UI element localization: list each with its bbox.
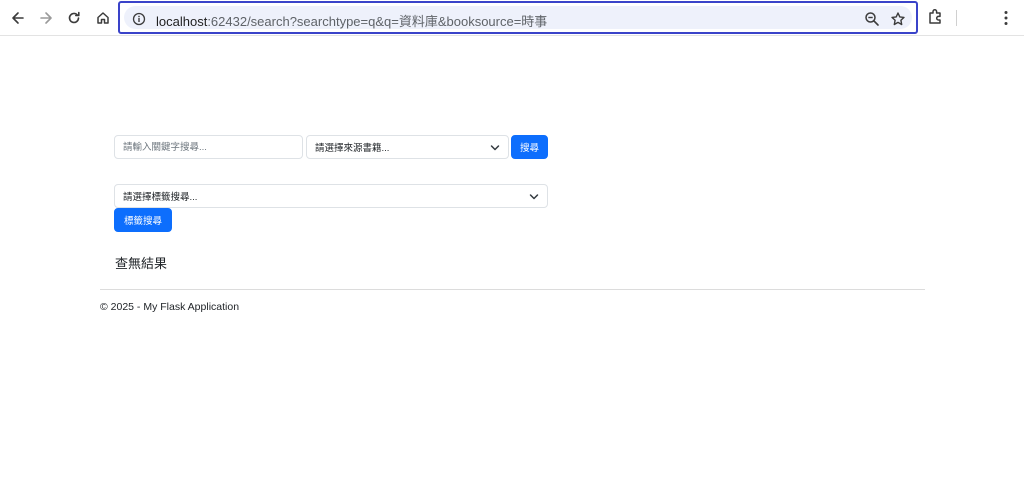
footer-text: © 2025 - My Flask Application [100, 301, 240, 313]
home-button[interactable] [91, 6, 115, 30]
puzzle-icon[interactable] [926, 7, 946, 27]
footer-divider [100, 289, 925, 290]
keyword-input[interactable] [114, 135, 303, 159]
tag-select[interactable]: 請選擇標籤搜尋... [114, 184, 548, 208]
arrow-right-icon [40, 12, 52, 24]
tag-search-button[interactable]: 標籤搜尋 [114, 208, 172, 232]
book-source-select-value: 請選擇來源書籍... [315, 143, 390, 154]
reload-button[interactable] [62, 6, 86, 30]
home-icon [97, 12, 109, 24]
search-button[interactable]: 搜尋 [511, 135, 548, 159]
kebab-menu-icon[interactable] [996, 8, 1016, 28]
chevron-down-icon [490, 145, 500, 151]
forward-button[interactable] [34, 6, 58, 30]
url-text[interactable]: localhost:62432/search?searchtype=q&q=資料… [156, 11, 547, 30]
zoom-out-icon[interactable] [864, 11, 880, 27]
reload-icon [68, 11, 80, 24]
browser-toolbar: localhost:62432/search?searchtype=q&q=資料… [0, 0, 1024, 36]
url-host: localhost [156, 14, 208, 29]
star-icon[interactable] [890, 11, 906, 27]
book-source-select[interactable]: 請選擇來源書籍... [306, 135, 509, 159]
toolbar-divider [956, 10, 957, 26]
url-path: :62432/search?searchtype=q&q=資料庫&booksou… [207, 14, 548, 29]
chevron-down-icon [529, 194, 539, 200]
info-icon[interactable] [132, 12, 146, 26]
tag-select-value: 請選擇標籤搜尋... [123, 192, 198, 203]
back-button[interactable] [6, 6, 30, 30]
no-results-message: 查無結果 [115, 256, 168, 271]
arrow-left-icon [12, 12, 24, 24]
address-bar-field[interactable]: localhost:62432/search?searchtype=q&q=資料… [124, 6, 912, 29]
address-bar[interactable]: localhost:62432/search?searchtype=q&q=資料… [118, 1, 918, 34]
